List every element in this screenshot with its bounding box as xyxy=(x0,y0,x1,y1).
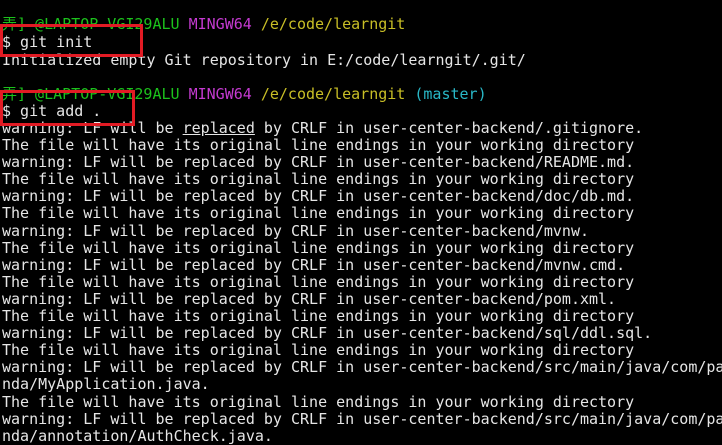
warning-line: warning: LF will be replaced by CRLF in … xyxy=(2,120,644,137)
prompt-branch: (master) xyxy=(414,86,487,103)
output-line: warning: LF will be replaced by CRLF in … xyxy=(2,222,589,240)
prompt-env: MINGW64 xyxy=(188,86,252,103)
command-git-init: $ git init xyxy=(2,34,93,51)
prompt-user-host: 弄] @LAPTOP-VGI29ALU xyxy=(2,16,180,33)
output-line: warning: LF will be replaced by CRLF in … xyxy=(2,290,617,308)
prompt-path: /e/code/learngit xyxy=(260,86,406,103)
underlined-word: replaced xyxy=(182,120,255,137)
output-line: The file will have its original line end… xyxy=(2,137,635,154)
prompt-env: MINGW64 xyxy=(188,16,252,33)
prompt-line-2: 弄] @LAPTOP-VGI29ALU MINGW64 /e/code/lear… xyxy=(2,86,487,103)
output-line: warning: LF will be replaced by CRLF in … xyxy=(2,410,722,428)
prompt-line-1: 弄] @LAPTOP-VGI29ALU MINGW64 /e/code/lear… xyxy=(2,16,405,33)
output-line: The file will have its original line end… xyxy=(2,393,635,411)
output-line: warning: LF will be replaced by CRLF in … xyxy=(2,325,653,343)
output-line: warning: LF will be replaced by CRLF in … xyxy=(2,188,635,206)
output-line: nda/annotation/AuthCheck.java. xyxy=(2,427,273,445)
output-line: The file will have its original line end… xyxy=(2,273,635,291)
output-line: warning: LF will be replaced by CRLF in … xyxy=(2,154,635,172)
output-line: warning: LF will be replaced by CRLF in … xyxy=(2,256,626,274)
terminal-window[interactable]: 弄] @LAPTOP-VGI29ALU MINGW64 /e/code/lear… xyxy=(0,0,722,444)
output-line: The file will have its original line end… xyxy=(2,205,635,223)
command-git-add: $ git add . xyxy=(2,103,102,120)
output-line: The file will have its original line end… xyxy=(2,342,635,360)
output-line: The file will have its original line end… xyxy=(2,171,635,189)
output-line: The file will have its original line end… xyxy=(2,308,635,325)
prompt-path: /e/code/learngit xyxy=(260,16,406,33)
output-line: nda/MyApplication.java. xyxy=(2,376,210,394)
output-line: warning: LF will be replaced by CRLF in … xyxy=(2,359,722,377)
prompt-user-host: 弄] @LAPTOP-VGI29ALU xyxy=(2,86,180,103)
output-line: The file will have its original line end… xyxy=(2,239,635,257)
output-init: Initialized empty Git repository in E:/c… xyxy=(2,52,526,69)
